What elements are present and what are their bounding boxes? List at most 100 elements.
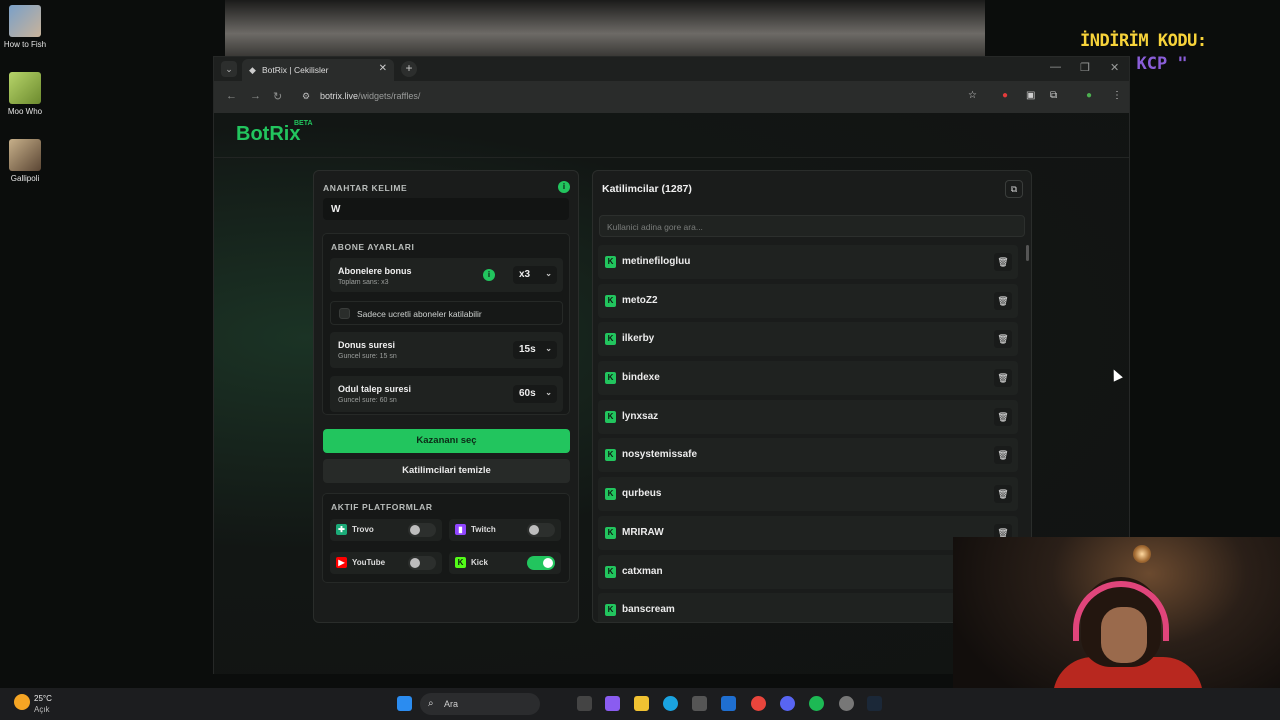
address-bar[interactable]: ⚙ botrix.live/widgets/raffles/ xyxy=(300,85,960,109)
participant-search-input[interactable]: Kullanici adina gore ara... xyxy=(599,215,1025,237)
copy-icon[interactable]: ⧉ xyxy=(1005,180,1023,198)
spotify-icon[interactable] xyxy=(809,696,824,711)
participant-name: bindexe xyxy=(622,372,660,384)
kick-icon: K xyxy=(605,410,616,423)
taskbar-search[interactable]: ⌕ Ara xyxy=(420,693,540,715)
copilot-icon[interactable] xyxy=(605,696,620,711)
list-item[interactable]: Kbindexe 🗑 xyxy=(598,361,1018,396)
youtube-toggle[interactable] xyxy=(408,556,436,570)
task-view-icon[interactable] xyxy=(577,696,592,711)
trash-icon[interactable]: 🗑 xyxy=(994,369,1012,388)
close-tab-icon[interactable]: ✕ xyxy=(379,63,387,74)
youtube-icon: ▶ xyxy=(336,557,347,568)
trash-icon[interactable]: 🗑 xyxy=(994,446,1012,465)
bonus-multiplier-select[interactable]: x3 ⌄ xyxy=(513,266,557,284)
favicon-icon: ◆ xyxy=(249,65,256,75)
participant-name: nosystemissafe xyxy=(622,449,698,461)
list-item[interactable]: Klynxsaz 🗑 xyxy=(598,399,1018,434)
edge-icon[interactable] xyxy=(663,696,678,711)
participant-name: ilkerby xyxy=(622,333,655,345)
kick-icon: K xyxy=(605,565,616,578)
clear-participants-button[interactable]: Katilimcilari temizle xyxy=(323,459,570,483)
claim-time-select[interactable]: 60s ⌄ xyxy=(513,385,557,403)
desktop-icon-how-to-fish[interactable]: How to Fish xyxy=(2,5,48,49)
subscriber-bonus-row: Abonelere bonus Toplam sans: x3 i x3 ⌄ xyxy=(330,258,563,292)
app-icon xyxy=(9,72,41,104)
site-info-icon[interactable]: ⚙ xyxy=(302,91,310,102)
minimize-icon[interactable]: — xyxy=(1050,61,1061,73)
extensions-puzzle-icon[interactable]: ⧉ xyxy=(1050,90,1057,101)
desktop-icon-label: How to Fish xyxy=(3,40,47,49)
trash-icon[interactable]: 🗑 xyxy=(994,253,1012,271)
row-subtitle: Guncel sure: 15 sn xyxy=(338,353,397,360)
weather-condition: Açık xyxy=(34,705,50,714)
beta-badge: BETA xyxy=(294,120,313,127)
tab-botrix[interactable]: ◆ BotRix | Cekilisler ✕ xyxy=(242,59,394,81)
info-icon[interactable]: i xyxy=(483,269,495,281)
kick-icon: K xyxy=(605,526,616,539)
info-icon[interactable]: i xyxy=(558,181,570,193)
platform-youtube: ▶ YouTube xyxy=(330,552,442,574)
desktop-icon-moo-who[interactable]: Moo Who xyxy=(2,72,48,116)
trash-icon[interactable]: 🗑 xyxy=(994,407,1012,426)
chrome-icon[interactable] xyxy=(751,696,766,711)
trash-icon[interactable]: 🗑 xyxy=(994,485,1012,504)
botrix-logo[interactable]: BotRix BETA xyxy=(236,120,313,146)
kick-icon: K xyxy=(605,449,616,462)
paid-only-checkbox[interactable] xyxy=(339,308,350,319)
kick-icon: K xyxy=(605,256,616,268)
extension-icon[interactable]: ▣ xyxy=(1026,90,1035,101)
kick-icon: K xyxy=(605,333,616,346)
taskbar: 25°C Açık ⌕ Ara xyxy=(0,688,1280,720)
paid-only-row[interactable]: Sadece ucretli aboneler katilabilir xyxy=(330,301,563,325)
trovo-toggle[interactable] xyxy=(408,523,436,537)
platform-name: YouTube xyxy=(352,558,386,567)
extension-icon[interactable]: ● xyxy=(1002,90,1008,101)
trovo-icon: ✚ xyxy=(336,524,347,535)
keyword-input[interactable]: W xyxy=(323,198,569,220)
back-icon[interactable]: ← xyxy=(226,90,237,102)
list-item[interactable]: Kmetinefilogluu 🗑 xyxy=(598,245,1018,279)
steam-icon[interactable] xyxy=(867,696,882,711)
twitch-icon: ▮ xyxy=(455,524,466,535)
kick-toggle[interactable] xyxy=(527,556,555,570)
claim-time-row: Odul talep suresi Guncel sure: 60 sn 60s… xyxy=(330,376,563,412)
reload-icon[interactable]: ↻ xyxy=(273,90,282,103)
platform-name: Kick xyxy=(471,558,488,567)
return-time-select[interactable]: 15s ⌄ xyxy=(513,341,557,359)
forward-icon[interactable]: → xyxy=(250,90,261,102)
chevron-down-icon: ⌄ xyxy=(545,269,552,278)
list-item[interactable]: Knosystemissafe 🗑 xyxy=(598,438,1018,473)
twitch-toggle[interactable] xyxy=(527,523,555,537)
list-item[interactable]: KmetoZ2 🗑 xyxy=(598,283,1018,318)
file-explorer-icon[interactable] xyxy=(634,696,649,711)
bookmark-star-icon[interactable]: ☆ xyxy=(968,90,977,101)
app-icon[interactable] xyxy=(839,696,854,711)
chevron-down-icon: ⌄ xyxy=(545,388,552,397)
tab-search-button[interactable]: ⌄ xyxy=(221,61,237,77)
participant-name: qurbeus xyxy=(622,488,662,500)
trash-icon[interactable]: 🗑 xyxy=(994,291,1012,310)
scrollbar[interactable] xyxy=(1026,245,1029,261)
pick-winner-button[interactable]: Kazananı seç xyxy=(323,429,570,453)
app-icon xyxy=(9,5,41,37)
browser-menu-icon[interactable]: ⋮ xyxy=(1112,90,1122,101)
maximize-icon[interactable]: ❐ xyxy=(1080,61,1090,74)
participant-name: banscream xyxy=(622,604,675,616)
desktop-icon-gallipoli[interactable]: Gallipoli xyxy=(2,139,48,183)
close-window-icon[interactable]: ✕ xyxy=(1110,61,1119,74)
mail-icon[interactable] xyxy=(721,696,736,711)
platform-kick: K Kick xyxy=(449,552,561,574)
list-item[interactable]: Kilkerby 🗑 xyxy=(598,322,1018,357)
store-icon[interactable] xyxy=(692,696,707,711)
profile-icon[interactable]: ● xyxy=(1086,90,1092,101)
windows-start-icon[interactable] xyxy=(397,696,412,711)
participant-name: MRIRAW xyxy=(622,526,664,538)
keyword-label: ANAHTAR KELIME xyxy=(323,183,408,193)
list-item[interactable]: Kqurbeus 🗑 xyxy=(598,477,1018,512)
discord-icon[interactable] xyxy=(780,696,795,711)
platform-twitch: ▮ Twitch xyxy=(449,519,561,541)
raffle-settings-panel: ANAHTAR KELIME i W ABONE AYARLARI Abonel… xyxy=(313,170,579,623)
trash-icon[interactable]: 🗑 xyxy=(994,330,1012,349)
new-tab-button[interactable]: + xyxy=(401,61,417,77)
